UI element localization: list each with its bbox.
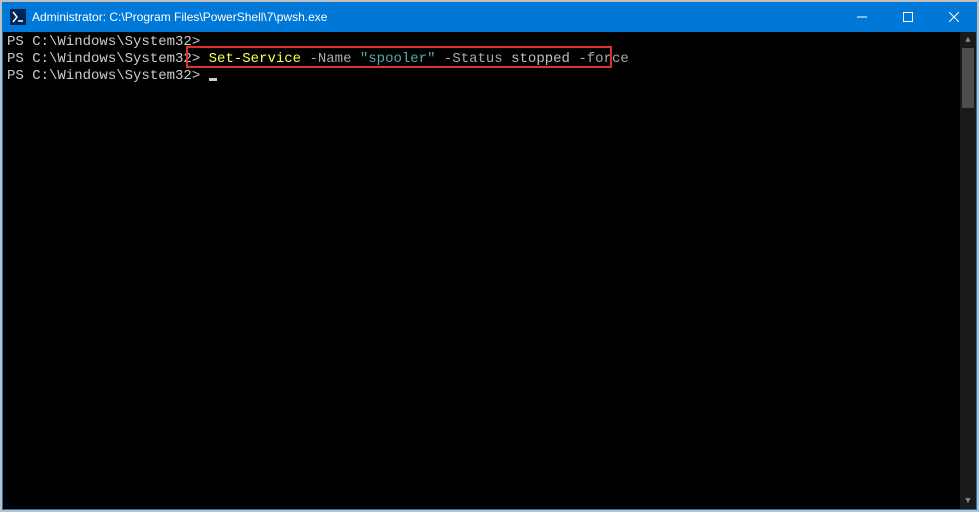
prompt: PS C:\Windows\System32>: [7, 34, 209, 50]
cursor: [209, 78, 217, 81]
command-segment: -Name: [301, 51, 360, 67]
scroll-down-icon[interactable]: ▼: [960, 493, 976, 509]
minimize-button[interactable]: [839, 2, 885, 32]
prompt: PS C:\Windows\System32>: [7, 51, 209, 67]
vertical-scrollbar[interactable]: ▲ ▼: [960, 32, 976, 509]
prompt: PS C:\Windows\System32>: [7, 68, 209, 84]
scrollbar-thumb[interactable]: [962, 48, 974, 108]
terminal-line: PS C:\Windows\System32>: [7, 68, 972, 85]
powershell-window: Administrator: C:\Program Files\PowerShe…: [2, 2, 977, 510]
window-title: Administrator: C:\Program Files\PowerShe…: [32, 10, 327, 24]
command-segment: -Status: [436, 51, 512, 67]
scroll-up-icon[interactable]: ▲: [960, 32, 976, 48]
terminal-content: PS C:\Windows\System32> PS C:\Windows\Sy…: [7, 34, 972, 85]
close-button[interactable]: [931, 2, 977, 32]
terminal-area[interactable]: PS C:\Windows\System32> PS C:\Windows\Sy…: [3, 32, 976, 509]
window-controls: [839, 2, 977, 32]
command-segment: stopped: [511, 51, 570, 67]
titlebar[interactable]: Administrator: C:\Program Files\PowerShe…: [2, 2, 977, 32]
command-segment: Set-Service: [209, 51, 301, 67]
app-icon: [10, 9, 26, 25]
command-segment: -force: [570, 51, 629, 67]
terminal-line: PS C:\Windows\System32> Set-Service -Nam…: [7, 51, 972, 68]
command-segment: "spooler": [360, 51, 436, 67]
maximize-button[interactable]: [885, 2, 931, 32]
terminal-line: PS C:\Windows\System32>: [7, 34, 972, 51]
